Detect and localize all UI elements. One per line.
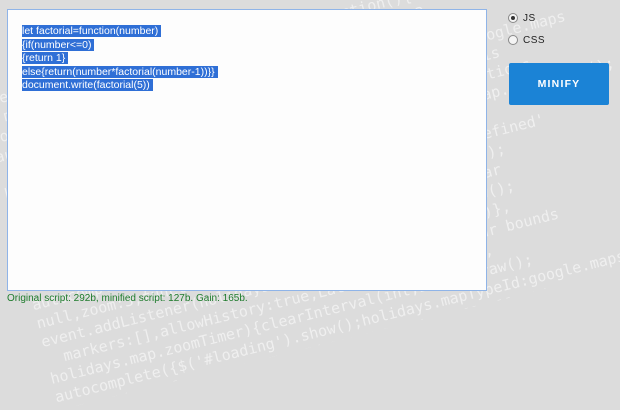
radio-label-css: CSS	[523, 34, 546, 46]
code-line: {return 1}	[22, 52, 218, 66]
code-text[interactable]: let factorial=function(number) {if(numbe…	[22, 25, 218, 93]
minify-button[interactable]: MINIFY	[509, 63, 609, 105]
radio-button-js[interactable]	[508, 13, 518, 23]
code-line: {if(number<=0)	[22, 38, 218, 53]
radio-label-js: JS	[523, 12, 536, 24]
code-line: let factorial=function(number)	[22, 25, 218, 39]
language-options: JS CSS	[508, 10, 545, 54]
code-line: document.write(factorial(5))	[22, 79, 218, 93]
radio-css[interactable]: CSS	[508, 32, 545, 48]
code-editor[interactable]: let factorial=function(number) {if(numbe…	[7, 9, 487, 291]
radio-button-css[interactable]	[508, 35, 518, 45]
minify-status: Original script: 292b, minified script: …	[7, 293, 248, 304]
code-line: else{return(number*factorial(number-1))}…	[22, 65, 218, 80]
radio-js[interactable]: JS	[508, 10, 545, 26]
